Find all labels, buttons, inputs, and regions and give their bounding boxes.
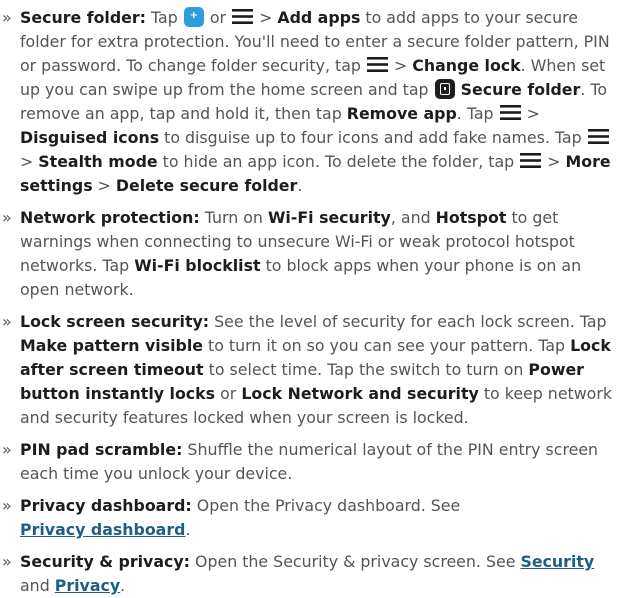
bullet: » <box>2 440 12 459</box>
body-text: . <box>185 520 191 539</box>
change-lock-label: Change lock <box>412 56 521 75</box>
separator: > <box>20 152 34 171</box>
separator: > <box>259 8 273 27</box>
hotspot-label: Hotspot <box>435 208 507 227</box>
body-text: to hide an app icon. To delete the folde… <box>162 152 515 171</box>
body-text: . <box>120 576 126 595</box>
bullet: » <box>2 208 12 227</box>
body-text: Tap <box>151 8 178 27</box>
item-title: Secure folder: <box>20 8 146 27</box>
menu-icon <box>499 105 521 120</box>
separator: > <box>393 56 408 75</box>
privacy-link[interactable]: Privacy <box>55 576 120 595</box>
body-text: See the level of security for each lock … <box>214 312 607 331</box>
body-text: Turn on <box>204 208 263 227</box>
item-title: Network protection: <box>20 208 200 227</box>
bullet: » <box>2 312 12 331</box>
body-text: Open the Privacy dashboard. See <box>196 496 461 515</box>
separator: > <box>97 176 111 195</box>
wifi-blocklist-label: Wi-Fi blocklist <box>134 256 261 275</box>
remove-app-label: Remove app <box>346 104 457 123</box>
body-text: to select time. Tap the switch to turn o… <box>208 360 524 379</box>
list-item-security-privacy: » Security & privacy: Open the Security … <box>0 550 620 598</box>
list-item-network-protection: » Network protection: Turn on Wi-Fi secu… <box>0 206 620 302</box>
wifi-security-label: Wi-Fi security <box>267 208 391 227</box>
bullet: » <box>2 552 12 571</box>
item-title: Privacy dashboard: <box>20 496 192 515</box>
bullet: » <box>2 496 12 515</box>
menu-icon <box>520 153 542 168</box>
disguised-icons-label: Disguised icons <box>20 128 160 147</box>
make-pattern-visible-label: Make pattern visible <box>20 336 203 355</box>
menu-icon <box>366 57 388 72</box>
lock-network-label: Lock Network and security <box>241 384 479 403</box>
bullet: » <box>2 8 12 27</box>
list-item-pin-pad-scramble: » PIN pad scramble: Shuffle the numerica… <box>0 438 620 486</box>
item-title: PIN pad scramble: <box>20 440 183 459</box>
stealth-mode-label: Stealth mode <box>38 152 158 171</box>
body-text: . Tap <box>456 104 494 123</box>
body-text: and <box>20 576 50 595</box>
security-link[interactable]: Security <box>520 552 594 571</box>
body-text: or <box>209 8 226 27</box>
document-page: » Secure folder: Tap or > Add apps to ad… <box>0 0 620 598</box>
list-item-lock-screen-security: » Lock screen security: See the level of… <box>0 310 620 430</box>
body-text: , and <box>390 208 431 227</box>
body-text: Open the Security & privacy screen. See <box>195 552 516 571</box>
add-app-icon <box>183 7 204 27</box>
separator: > <box>547 152 561 171</box>
body-text: to turn it on so you can see your patter… <box>208 336 566 355</box>
secure-folder-app-icon <box>434 79 455 99</box>
delete-secure-folder-label: Delete secure folder <box>115 176 298 195</box>
body-text: or <box>220 384 237 403</box>
secure-folder-label: Secure folder <box>460 80 581 99</box>
menu-icon <box>587 129 609 144</box>
list-item-secure-folder: » Secure folder: Tap or > Add apps to ad… <box>0 6 620 198</box>
body-text: . <box>297 176 303 195</box>
privacy-dashboard-link[interactable]: Privacy dashboard <box>20 520 185 539</box>
separator: > <box>526 104 540 123</box>
list-item-privacy-dashboard: » Privacy dashboard: Open the Privacy da… <box>0 494 620 542</box>
body-text: to disguise up to four icons and add fak… <box>164 128 582 147</box>
menu-icon <box>232 9 254 24</box>
item-title: Security & privacy: <box>20 552 190 571</box>
add-apps-label: Add apps <box>277 8 361 27</box>
item-title: Lock screen security: <box>20 312 210 331</box>
